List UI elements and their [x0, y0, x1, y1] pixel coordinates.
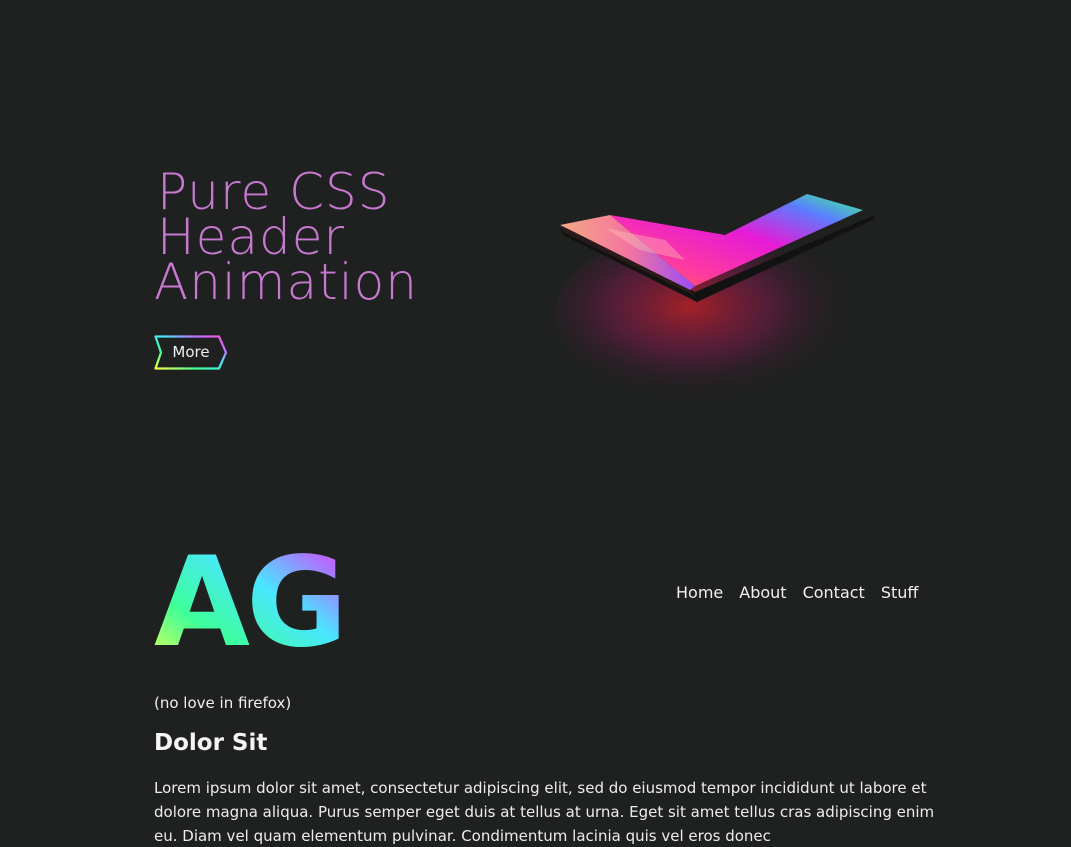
hero-title: Pure CSS Header Animation	[154, 167, 418, 311]
nav-contact[interactable]: Contact	[803, 580, 865, 606]
nav-home[interactable]: Home	[676, 580, 723, 606]
body-paragraph: Lorem ipsum dolor sit amet, consectetur …	[154, 779, 935, 845]
firefox-note: (no love in firefox)	[154, 694, 292, 712]
nav-about[interactable]: About	[739, 580, 786, 606]
hero-title-line-3: Animation	[154, 253, 418, 311]
main-nav: Home About Contact Stuff	[676, 580, 918, 606]
more-button[interactable]: More	[154, 335, 228, 370]
ag-logo[interactable]: AG	[150, 528, 380, 658]
laptop-image	[555, 194, 875, 400]
section-title: Dolor Sit	[154, 730, 268, 756]
ag-logo-text: AG	[154, 531, 344, 658]
more-button-label: More	[172, 343, 210, 361]
hero-section: Pure CSS Header Animation More	[0, 0, 1071, 480]
nav-stuff[interactable]: Stuff	[881, 580, 919, 606]
